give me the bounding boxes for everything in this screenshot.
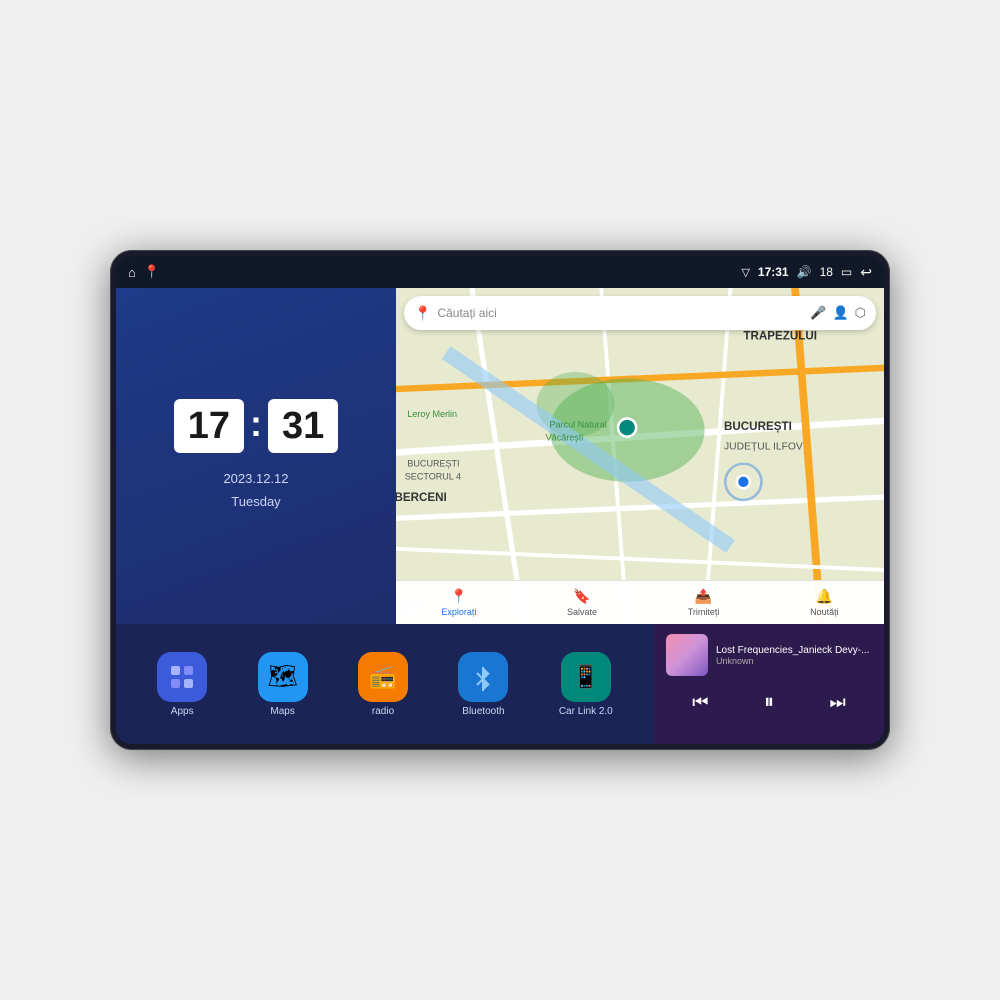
map-search-placeholder[interactable]: Căutați aici (437, 306, 804, 320)
svg-text:Văcărești: Văcărești (546, 432, 584, 442)
layers-icon[interactable]: ⬡ (855, 305, 866, 321)
apps-icon (157, 652, 207, 702)
bluetooth-app-icon (458, 652, 508, 702)
saved-icon: 🔖 (573, 588, 590, 605)
car-display-device: ⌂ 📍 ▽ 17:31 🔊 18 ▭ ↩ 17 : (110, 250, 890, 750)
app-icon-maps[interactable]: 🗺 Maps (258, 652, 308, 717)
apps-bar: Apps 🗺 Maps 📻 radio (116, 624, 654, 744)
top-row: 17 : 31 2023.12.12 Tuesday (116, 288, 884, 624)
battery-level: 18 (820, 265, 833, 279)
play-pause-button[interactable]: ⏸ (753, 686, 785, 718)
music-player: Lost Frequencies_Janieck Devy-... Unknow… (654, 624, 884, 744)
svg-text:BUCUREȘTI: BUCUREȘTI (407, 458, 459, 468)
news-icon: 🔔 (816, 588, 833, 605)
prev-button[interactable]: ⏮ (684, 686, 716, 718)
svg-text:JUDEȚUL ILFOV: JUDEȚUL ILFOV (724, 442, 803, 453)
map-nav-news[interactable]: 🔔 Noutăți (810, 588, 839, 617)
back-icon[interactable]: ↩ (860, 264, 872, 281)
map-bottom-nav: 📍 Explorați 🔖 Salvate 📤 Trimiteți � (396, 580, 884, 624)
music-thumbnail (666, 634, 708, 676)
main-content: 17 : 31 2023.12.12 Tuesday (116, 288, 884, 744)
svg-text:BERCENI: BERCENI (396, 491, 447, 504)
bottom-row: Apps 🗺 Maps 📻 radio (116, 624, 884, 744)
app-icon-bluetooth[interactable]: Bluetooth (458, 652, 508, 717)
carlink-app-icon: 📱 (561, 652, 611, 702)
svg-text:BUCUREȘTI: BUCUREȘTI (724, 420, 792, 433)
saved-label: Salvate (567, 607, 597, 617)
explore-label: Explorați (441, 607, 476, 617)
status-bar-left: ⌂ 📍 (128, 264, 160, 280)
next-button[interactable]: ⏭ (822, 686, 854, 718)
clock-hours: 17 (174, 399, 244, 453)
mic-icon[interactable]: 🎤 (810, 305, 826, 321)
clock-date: 2023.12.12 Tuesday (223, 467, 288, 514)
bluetooth-label: Bluetooth (462, 706, 504, 717)
svg-text:TRAPEZULUI: TRAPEZULUI (743, 330, 817, 343)
volume-icon: 🔊 (797, 265, 812, 279)
device-screen: ⌂ 📍 ▽ 17:31 🔊 18 ▭ ↩ 17 : (116, 256, 884, 744)
music-artist: Unknown (716, 656, 872, 666)
clock-widget: 17 : 31 2023.12.12 Tuesday (116, 288, 396, 624)
map-pin-icon: 📍 (414, 305, 431, 322)
home-icon[interactable]: ⌂ (128, 265, 136, 280)
map-search-actions: 🎤 👤 ⬡ (810, 305, 866, 321)
music-details: Lost Frequencies_Janieck Devy-... Unknow… (716, 645, 872, 666)
map-nav-explore[interactable]: 📍 Explorați (441, 588, 476, 617)
time-display: 17:31 (758, 265, 789, 279)
account-icon[interactable]: 👤 (832, 305, 848, 321)
app-icon-apps[interactable]: Apps (157, 652, 207, 717)
svg-text:Leroy Merlin: Leroy Merlin (407, 409, 457, 419)
bluetooth-icon (469, 663, 497, 691)
map-search-bar[interactable]: 📍 Căutați aici 🎤 👤 ⬡ (404, 296, 876, 330)
music-title: Lost Frequencies_Janieck Devy-... (716, 645, 872, 656)
status-bar-right: ▽ 17:31 🔊 18 ▭ ↩ (741, 264, 872, 281)
map-background: ⊕ ✦ Google TRAPEZULUI BUCUREȘTI JUDEȚUL … (396, 288, 884, 624)
explore-icon: 📍 (450, 588, 467, 605)
svg-text:SECTORUL 4: SECTORUL 4 (405, 471, 461, 481)
maps-app-icon: 🗺 (258, 652, 308, 702)
app-icon-radio[interactable]: 📻 radio (358, 652, 408, 717)
map-nav-saved[interactable]: 🔖 Salvate (567, 588, 597, 617)
signal-icon: ▽ (741, 266, 749, 279)
clock-colon: : (250, 403, 262, 445)
news-label: Noutăți (810, 607, 839, 617)
apps-grid-icon (168, 663, 196, 691)
music-info: Lost Frequencies_Janieck Devy-... Unknow… (666, 634, 872, 676)
clock-display: 17 : 31 (174, 399, 339, 453)
status-bar: ⌂ 📍 ▽ 17:31 🔊 18 ▭ ↩ (116, 256, 884, 288)
map-nav-send[interactable]: 📤 Trimiteți (688, 588, 720, 617)
music-controls: ⏮ ⏸ ⏭ (666, 686, 872, 718)
apps-label: Apps (171, 706, 194, 717)
radio-label: radio (372, 706, 394, 717)
battery-icon: ▭ (841, 265, 852, 279)
send-icon: 📤 (695, 588, 712, 605)
maps-label: Maps (270, 706, 294, 717)
svg-text:Parcul Natural: Parcul Natural (550, 420, 607, 430)
maps-icon[interactable]: 📍 (144, 264, 160, 280)
clock-minutes: 31 (268, 399, 338, 453)
carlink-label: Car Link 2.0 (559, 706, 613, 717)
map-widget[interactable]: ⊕ ✦ Google TRAPEZULUI BUCUREȘTI JUDEȚUL … (396, 288, 884, 624)
app-icon-carlink[interactable]: 📱 Car Link 2.0 (559, 652, 613, 717)
send-label: Trimiteți (688, 607, 720, 617)
radio-app-icon: 📻 (358, 652, 408, 702)
